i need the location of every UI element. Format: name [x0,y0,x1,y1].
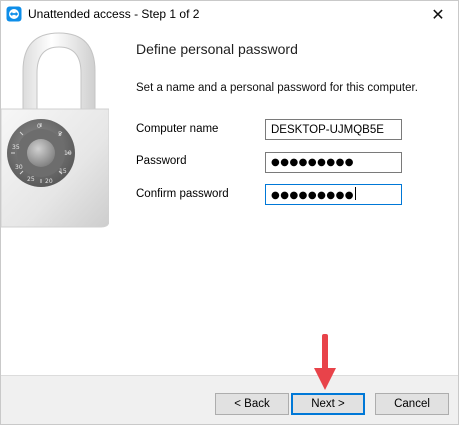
title-bar: Unattended access - Step 1 of 2 ✕ [1,1,458,29]
window-title: Unattended access - Step 1 of 2 [28,7,200,21]
confirm-password-field[interactable]: ●●●●●●●●● [265,184,402,205]
back-button[interactable]: < Back [215,393,289,415]
password-field[interactable]: ●●●●●●●●● [265,152,402,173]
confirm-password-label: Confirm password [136,188,229,200]
dial-number: 30 [15,164,23,171]
page-heading: Define personal password [136,41,298,57]
dial-number: 35 [12,144,20,151]
page-description: Set a name and a personal password for t… [136,82,418,94]
close-button[interactable]: ✕ [418,1,458,29]
close-icon: ✕ [431,7,445,24]
password-value: ●●●●●●●●● [271,157,355,168]
dial-number: 20 [45,178,53,185]
text-caret [355,187,357,200]
padlock-illustration: 0 5 10 15 20 25 30 35 [0,31,110,231]
dial-number: 25 [27,176,35,183]
down-arrow-icon [314,334,336,390]
cancel-button[interactable]: Cancel [375,393,449,415]
computer-name-label: Computer name [136,123,219,135]
next-button[interactable]: Next > [291,393,365,415]
password-label: Password [136,155,187,167]
teamviewer-app-icon [6,6,22,22]
dialog-window: Unattended access - Step 1 of 2 ✕ 0 15 2… [0,0,459,425]
confirm-password-value: ●●●●●●●●● [271,190,355,201]
dial-number: 0 [37,123,41,130]
computer-name-field[interactable] [265,119,402,140]
